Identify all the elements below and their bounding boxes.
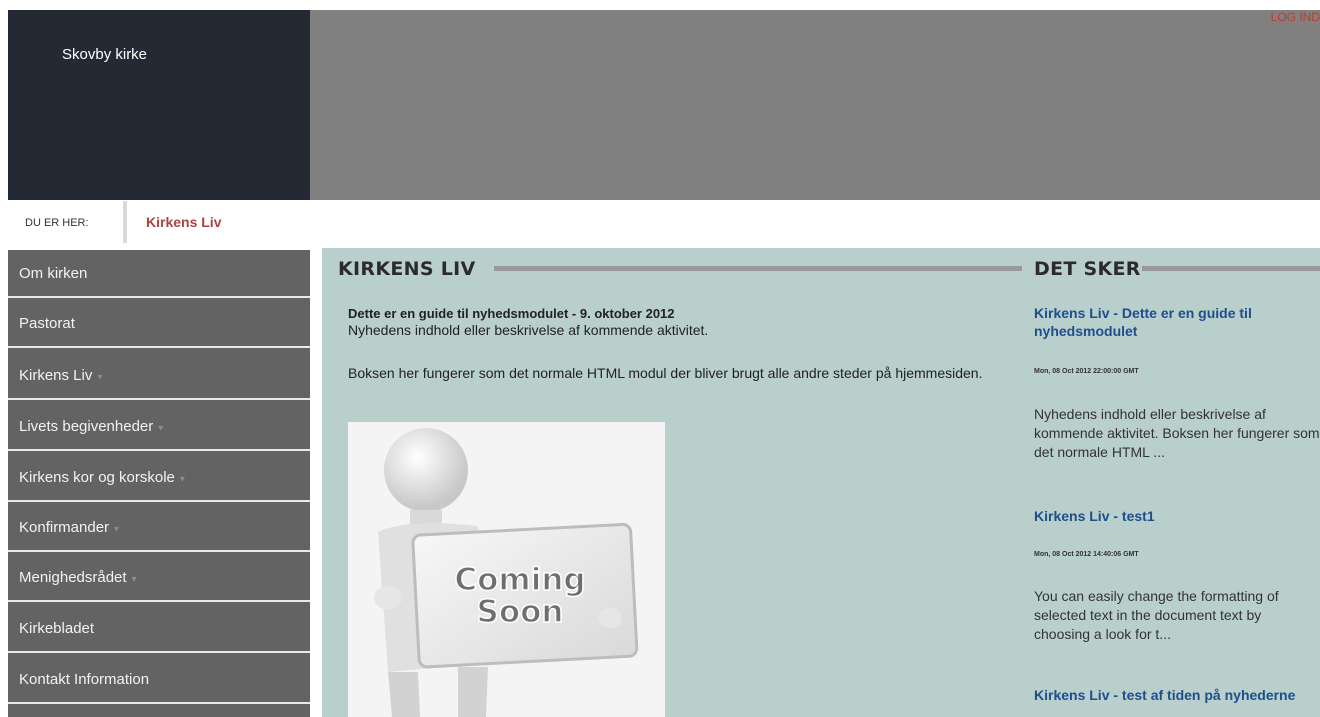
chevron-down-icon: ▾: [158, 423, 164, 434]
chevron-down-icon: ▾: [179, 474, 185, 485]
sidebar-item-kirkens-liv[interactable]: Kirkens Liv ▾: [8, 352, 310, 400]
sidebar-item-label: Kirkens kor og korskole: [19, 469, 175, 486]
event-date: Mon, 08 Oct 2012 14:40:06 GMT: [1034, 551, 1139, 558]
breadcrumb: DU ER HER: Kirkens Liv: [8, 201, 1320, 245]
sidebar-item-om-kirken[interactable]: Om kirken: [8, 250, 310, 298]
page-title: KIRKENS LIV: [338, 258, 476, 280]
sidebar-item-label: Menighedsrådet: [19, 569, 127, 586]
sidebar-item-label: Konfirmander: [19, 519, 110, 536]
sidebar-nav: Om kirken Pastorat Kirkens Liv ▾ Livets b…: [8, 250, 310, 717]
sidebar-item-label: Kirkens Liv: [19, 367, 93, 384]
coming-soon-image: Coming Soon: [348, 422, 665, 717]
sidebar-item-label: Om kirken: [19, 265, 88, 282]
top-strip: [0, 0, 1320, 10]
breadcrumb-current[interactable]: Kirkens Liv: [146, 214, 221, 230]
sidebar-item-konfirmander[interactable]: Konfirmander ▾: [8, 504, 310, 552]
event-summary: You can easily change the formatting of …: [1034, 588, 1279, 642]
sidebar-item-kirkebladet[interactable]: Kirkebladet: [8, 605, 310, 653]
event-title-link[interactable]: Kirkens Liv - Dette er en guide til nyhe…: [1034, 304, 1320, 340]
sidebar-item-label: Kontakt Information: [19, 671, 150, 688]
sidebar-item-kirkens-kor[interactable]: Kirkens kor og korskole ▾: [8, 454, 310, 502]
event-date: Mon, 08 Oct 2012 22:00:00 GMT: [1034, 368, 1139, 375]
sidebar-item-label: Livets begivenheder: [19, 418, 154, 435]
article-title: Dette er en guide til nyhedsmodulet - 9.…: [348, 306, 675, 321]
chevron-down-icon: ▾: [114, 524, 120, 535]
sidebar-item-livets-begivenheder[interactable]: Livets begivenheder ▾: [8, 403, 310, 451]
sidebar-item-label: Pastorat: [19, 315, 75, 332]
heading-rule: [494, 266, 1022, 271]
sidebar-item-menighedsraadet[interactable]: Menighedsrådet ▾: [8, 554, 310, 602]
events-heading-rule: [1142, 266, 1320, 271]
breadcrumb-label: DU ER HER:: [25, 217, 89, 229]
article-body: Boksen her fungerer som det normale HTML…: [348, 365, 983, 381]
sidebar-item-kontakt[interactable]: Kontakt Information: [8, 656, 310, 704]
site-title: Skovby kirke: [62, 46, 148, 63]
article-summary: Nyhedens indhold eller beskrivelse af ko…: [348, 322, 709, 338]
chevron-down-icon: ▾: [131, 574, 137, 585]
coming-soon-illustration: Coming Soon: [348, 422, 665, 717]
chevron-down-icon: ▾: [97, 372, 103, 383]
breadcrumb-divider: [123, 201, 127, 243]
login-link[interactable]: LOG IND: [1271, 10, 1320, 24]
event-title-link[interactable]: Kirkens Liv - test1: [1034, 507, 1320, 525]
sidebar-item-label: Kirkebladet: [19, 620, 95, 637]
event-title-link[interactable]: Kirkens Liv - test af tiden på nyhederne: [1034, 686, 1320, 704]
image-caption-coming: Coming: [454, 562, 585, 598]
event-summary: Nyhedens indhold eller beskrivelse af ko…: [1034, 406, 1320, 460]
header-banner: [310, 10, 1320, 200]
site-logo[interactable]: Skovby kirke: [8, 10, 310, 200]
image-caption-soon: Soon: [477, 594, 564, 630]
sidebar-item-pastorat[interactable]: Pastorat: [8, 300, 310, 348]
events-title: DET SKER: [1034, 258, 1141, 280]
